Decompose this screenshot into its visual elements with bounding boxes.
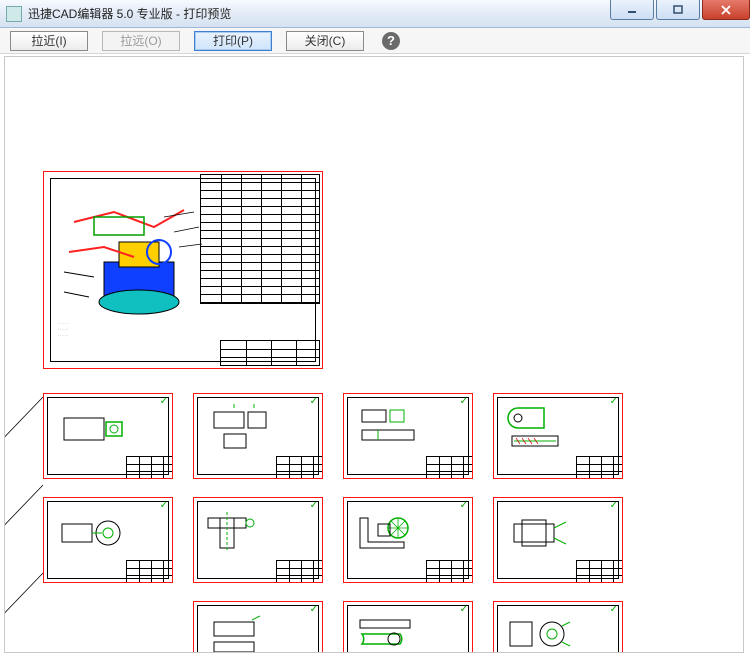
print-button[interactable]: 打印(P) <box>194 31 272 51</box>
window-controls <box>608 0 750 22</box>
drawing-thumbnail[interactable]: ✓ <box>43 497 173 583</box>
app-icon <box>6 6 22 22</box>
drawing-thumbnail[interactable]: ✓ <box>343 601 473 653</box>
window-title: 迅捷CAD编辑器 5.0 专业版 - 打印预览 <box>28 5 231 22</box>
preview-area[interactable]: . . . . . . . . . . . . . . . ✓ ✓ <box>4 56 744 653</box>
drawing-thumbnail[interactable]: ✓ <box>193 601 323 653</box>
title-bar: 迅捷CAD编辑器 5.0 专业版 - 打印预览 <box>0 0 750 28</box>
drawing-thumbnail[interactable]: ✓ <box>343 497 473 583</box>
drawing-thumbnail[interactable]: ✓ <box>493 393 623 479</box>
drawing-thumbnail[interactable]: ✓ <box>43 393 173 479</box>
assembly-drawing-icon: . . . . . . . . . . . . . . . <box>44 172 324 370</box>
svg-text:. . . . .: . . . . . <box>58 332 68 337</box>
part-drawing-icon <box>44 498 174 584</box>
preview-canvas: . . . . . . . . . . . . . . . ✓ ✓ <box>25 57 725 653</box>
part-drawing-icon <box>344 498 474 584</box>
part-drawing-icon <box>194 602 324 653</box>
svg-text:. . . . .: . . . . . <box>58 326 68 331</box>
part-drawing-icon <box>494 602 624 653</box>
part-drawing-icon <box>344 394 474 480</box>
close-window-button[interactable] <box>702 0 750 20</box>
part-drawing-icon <box>344 602 474 653</box>
close-button[interactable]: 关闭(C) <box>286 31 364 51</box>
help-icon[interactable]: ? <box>382 32 400 50</box>
part-drawing-icon <box>194 394 324 480</box>
maximize-button[interactable] <box>656 0 700 20</box>
drawing-thumbnail-main[interactable]: . . . . . . . . . . . . . . . <box>43 171 323 369</box>
minimize-button[interactable] <box>610 0 654 20</box>
toolbar: 拉近(I) 拉远(O) 打印(P) 关闭(C) ? <box>0 28 750 54</box>
part-drawing-icon <box>494 394 624 480</box>
svg-text:. . . . .: . . . . . <box>58 320 68 325</box>
drawing-thumbnail[interactable]: ✓ <box>493 497 623 583</box>
zoom-out-button[interactable]: 拉远(O) <box>102 31 180 51</box>
part-drawing-icon <box>44 394 174 480</box>
drawing-thumbnail[interactable]: ✓ <box>493 601 623 653</box>
page-edge-lines <box>4 387 55 653</box>
drawing-thumbnail[interactable]: ✓ <box>193 393 323 479</box>
drawing-thumbnail[interactable]: ✓ <box>343 393 473 479</box>
zoom-in-button[interactable]: 拉近(I) <box>10 31 88 51</box>
part-drawing-icon <box>494 498 624 584</box>
part-drawing-icon <box>194 498 324 584</box>
drawing-thumbnail[interactable]: ✓ <box>193 497 323 583</box>
